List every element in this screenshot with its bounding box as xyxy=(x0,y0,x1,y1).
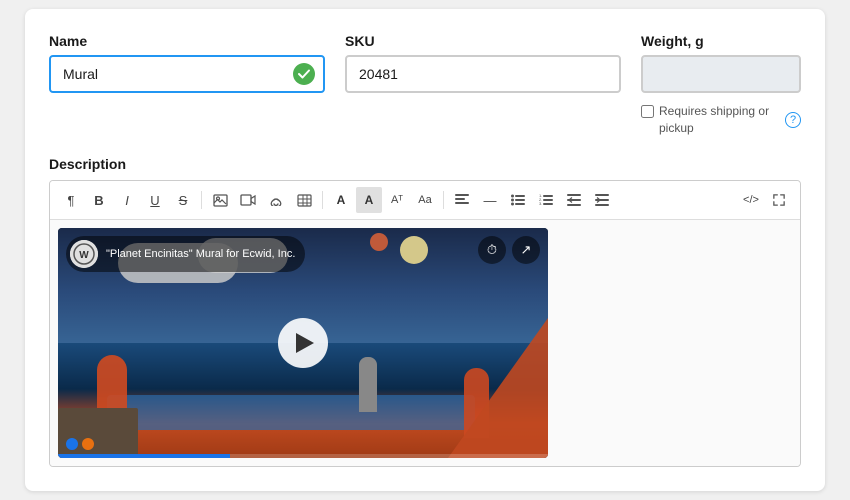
toolbar-case[interactable]: Aa xyxy=(412,187,438,213)
person-painting xyxy=(359,357,377,412)
weight-field-group: Weight, g Requires shipping or pickup ? xyxy=(641,33,801,137)
toolbar-code[interactable]: </> xyxy=(738,187,764,213)
svg-text:3.: 3. xyxy=(539,201,542,206)
weight-extras: Requires shipping or pickup ? xyxy=(641,103,801,137)
weight-label: Weight, g xyxy=(641,33,801,49)
toolbar-fullscreen[interactable] xyxy=(766,187,792,213)
name-label: Name xyxy=(49,33,325,49)
help-icon[interactable]: ? xyxy=(785,112,801,128)
video-progress-fill xyxy=(58,454,230,458)
moon xyxy=(400,236,428,264)
toolbar-align-left[interactable] xyxy=(449,187,475,213)
toolbar-video[interactable] xyxy=(235,187,261,213)
toolbar-divider-3 xyxy=(443,191,444,209)
toolbar-paragraph[interactable]: ¶ xyxy=(58,187,84,213)
editor-content[interactable]: W "Planet Encinitas" Mural for Ecwid, In… xyxy=(50,220,800,466)
description-label: Description xyxy=(49,156,801,172)
planet xyxy=(370,233,388,251)
video-clock-btn[interactable]: ⏱ xyxy=(478,236,506,264)
video-title-bar: W "Planet Encinitas" Mural for Ecwid, In… xyxy=(66,236,305,272)
video-progress-bar xyxy=(58,454,548,458)
video-indicators xyxy=(66,438,94,450)
toolbar-image[interactable] xyxy=(207,187,233,213)
name-input[interactable] xyxy=(49,55,325,93)
channel-avatar: W xyxy=(70,240,98,268)
shipping-checkbox-label[interactable]: Requires shipping or pickup xyxy=(641,103,779,137)
video-title: "Planet Encinitas" Mural for Ecwid, Inc. xyxy=(106,248,295,260)
toolbar-bg-color[interactable]: A xyxy=(356,187,382,213)
name-input-wrapper xyxy=(49,55,325,93)
editor-container: ¶ B I U S xyxy=(49,180,801,467)
editor-toolbar: ¶ B I U S xyxy=(50,181,800,220)
svg-text:W: W xyxy=(79,250,89,261)
indicator-dot-orange xyxy=(82,438,94,450)
toolbar-hr[interactable]: — xyxy=(477,187,503,213)
fields-row: Name SKU Weight, g Requ xyxy=(49,33,801,137)
toolbar-strikethrough[interactable]: S xyxy=(170,187,196,213)
toolbar-bullet-list[interactable] xyxy=(505,187,531,213)
toolbar-italic[interactable]: I xyxy=(114,187,140,213)
sku-field-group: SKU xyxy=(345,33,621,93)
video-controls-top: ⏱ ↗ xyxy=(478,236,540,264)
toolbar-numbered-list[interactable]: 1. 2. 3. xyxy=(533,187,559,213)
video-play-button[interactable] xyxy=(278,318,328,368)
sku-input-wrapper xyxy=(345,55,621,93)
water xyxy=(107,395,475,430)
video-embed[interactable]: W "Planet Encinitas" Mural for Ecwid, In… xyxy=(58,228,548,458)
weight-input[interactable] xyxy=(641,55,801,93)
desk xyxy=(58,408,138,458)
mountain-right xyxy=(448,318,548,458)
toolbar-decrease-indent[interactable] xyxy=(561,187,587,213)
weight-input-wrapper xyxy=(641,55,801,93)
product-form-card: Name SKU Weight, g Requ xyxy=(25,9,825,492)
toolbar-divider-2 xyxy=(322,191,323,209)
shipping-checkbox[interactable] xyxy=(641,105,654,118)
toolbar-font-color[interactable]: A xyxy=(328,187,354,213)
name-check-icon xyxy=(293,63,315,85)
sku-label: SKU xyxy=(345,33,621,49)
description-section: Description ¶ B I U S xyxy=(49,156,801,467)
indicator-dot-blue xyxy=(66,438,78,450)
toolbar-divider-1 xyxy=(201,191,202,209)
toolbar-link[interactable] xyxy=(263,187,289,213)
name-field-group: Name xyxy=(49,33,325,93)
play-triangle-icon xyxy=(296,333,314,353)
toolbar-bold[interactable]: B xyxy=(86,187,112,213)
toolbar-table[interactable] xyxy=(291,187,317,213)
toolbar-superscript[interactable]: Aᵀ xyxy=(384,187,410,213)
toolbar-increase-indent[interactable] xyxy=(589,187,615,213)
video-share-btn[interactable]: ↗ xyxy=(512,236,540,264)
toolbar-underline[interactable]: U xyxy=(142,187,168,213)
sku-input[interactable] xyxy=(345,55,621,93)
